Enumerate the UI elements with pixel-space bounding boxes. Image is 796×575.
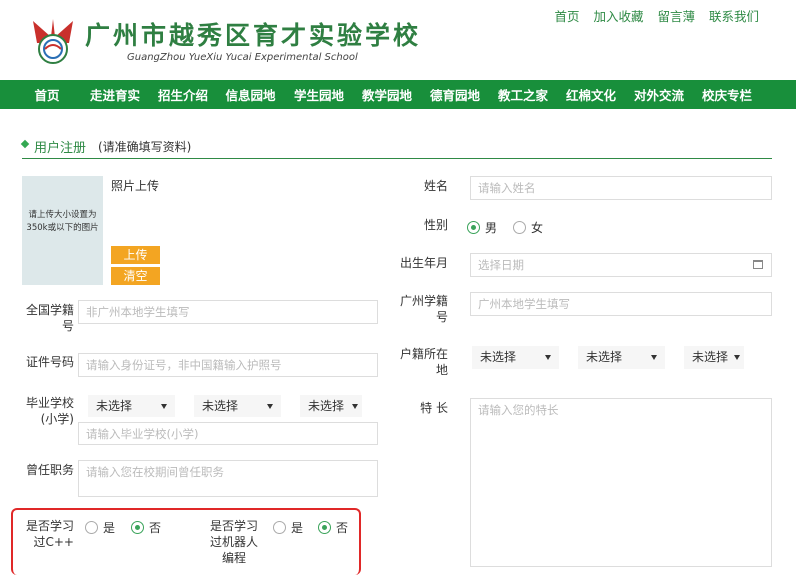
- nav-item-about[interactable]: 走进育实: [80, 85, 150, 104]
- gender-female-label[interactable]: 女: [531, 219, 543, 236]
- robot-yes-radio[interactable]: [273, 521, 286, 534]
- top-link-home[interactable]: 首页: [554, 6, 579, 25]
- cpp-yes-label[interactable]: 是: [103, 519, 115, 536]
- robot-no-label[interactable]: 否: [336, 519, 348, 536]
- school-logo-icon[interactable]: [29, 15, 77, 65]
- nav-item-anniversary[interactable]: 校庆专栏: [693, 85, 761, 104]
- nav-item-home[interactable]: 首页: [0, 85, 80, 104]
- gender-male-radio[interactable]: [467, 221, 480, 234]
- school-name-en: GuangZhou YueXiu Yucai Experimental Scho…: [127, 52, 358, 63]
- grad-school-select-district[interactable]: 未选择: [300, 395, 362, 417]
- cert-no-label: 证件号码: [25, 355, 74, 369]
- hukou-label: 户籍所在 地: [399, 347, 448, 377]
- top-links: 首页 加入收藏 留言薄 联系我们: [554, 6, 759, 25]
- chevron-down-icon: [267, 404, 273, 409]
- nav-item-teaching[interactable]: 教学园地: [353, 85, 421, 104]
- gender-female-radio[interactable]: [513, 221, 526, 234]
- national-id-input[interactable]: 非广州本地学生填写: [78, 300, 378, 324]
- chevron-down-icon: [161, 404, 167, 409]
- cpp-no-label[interactable]: 否: [149, 519, 161, 536]
- top-link-contact[interactable]: 联系我们: [709, 6, 759, 25]
- robot-no-radio[interactable]: [318, 521, 331, 534]
- nav-item-info[interactable]: 信息园地: [216, 85, 285, 104]
- diamond-bullet-icon: [20, 139, 30, 149]
- birth-label: 出生年月: [399, 256, 448, 270]
- nav-item-staff[interactable]: 教工之家: [489, 85, 557, 104]
- section-header: 用户注册 (请准确填写资料): [20, 137, 772, 159]
- national-id-label: 全国学籍 号: [25, 303, 74, 333]
- birth-date-input[interactable]: 选择日期: [470, 253, 772, 277]
- learned-robot-label: 是否学习 过机器人 编程: [209, 519, 258, 565]
- cert-no-input[interactable]: 请输入身份证号，非中国籍输入护照号: [78, 353, 378, 377]
- school-name-cn: 广州市越秀区育才实验学校: [85, 21, 422, 50]
- nav-item-students[interactable]: 学生园地: [285, 85, 353, 104]
- hukou-select-city[interactable]: 未选择: [578, 346, 665, 369]
- hukou-select-district[interactable]: 未选择: [684, 346, 744, 369]
- prev-role-label: 曾任职务: [25, 463, 74, 477]
- nav-item-exchange[interactable]: 对外交流: [625, 85, 693, 104]
- main-nav: 首页 走进育实 招生介绍 信息园地 学生园地 教学园地 德育园地 教工之家 红棉…: [0, 80, 796, 109]
- talent-textarea[interactable]: 请输入您的特长: [470, 398, 772, 567]
- upload-button[interactable]: 上传: [111, 246, 160, 264]
- name-label: 姓名: [423, 179, 448, 193]
- photo-hint-line1: 请上传大小设置为: [28, 210, 97, 220]
- calendar-icon[interactable]: [753, 260, 763, 269]
- grad-school-select-province[interactable]: 未选择: [88, 395, 175, 417]
- site-header: 广州市越秀区育才实验学校 GuangZhou YueXiu Yucai Expe…: [0, 0, 796, 80]
- gz-id-input[interactable]: 广州本地学生填写: [470, 292, 772, 316]
- nav-item-culture[interactable]: 红棉文化: [557, 85, 625, 104]
- learned-cpp-label: 是否学习 过C++: [25, 519, 74, 549]
- nav-item-moral[interactable]: 德育园地: [421, 85, 489, 104]
- talent-label: 特 长: [420, 401, 448, 415]
- robot-yes-label[interactable]: 是: [291, 519, 303, 536]
- chevron-down-icon: [734, 355, 740, 360]
- photo-upload-label: 照片上传: [111, 179, 160, 193]
- name-input[interactable]: 请输入姓名: [470, 176, 772, 200]
- top-link-favorite[interactable]: 加入收藏: [593, 6, 643, 25]
- photo-hint-line2: 350k或以下的图片: [26, 223, 99, 233]
- cpp-yes-radio[interactable]: [85, 521, 98, 534]
- section-title: 用户注册: [34, 141, 87, 156]
- gender-male-label[interactable]: 男: [485, 219, 497, 236]
- chevron-down-icon: [545, 355, 551, 360]
- chevron-down-icon: [352, 404, 358, 409]
- grad-school-select-city[interactable]: 未选择: [194, 395, 281, 417]
- photo-preview[interactable]: 请上传大小设置为 350k或以下的图片: [22, 176, 103, 285]
- section-hint: (请准确填写资料): [98, 140, 192, 154]
- gender-label: 性别: [423, 218, 448, 232]
- gz-id-label: 广州学籍 号: [399, 294, 448, 324]
- chevron-down-icon: [651, 355, 657, 360]
- nav-item-admission[interactable]: 招生介绍: [150, 85, 216, 104]
- prev-role-input[interactable]: 请输入您在校期间曾任职务: [78, 460, 378, 497]
- hukou-select-province[interactable]: 未选择: [472, 346, 559, 369]
- grad-school-label: 毕业学校 (小学): [25, 396, 74, 426]
- top-link-guestbook[interactable]: 留言薄: [657, 6, 695, 25]
- clear-button[interactable]: 清空: [111, 267, 160, 285]
- cpp-no-radio[interactable]: [131, 521, 144, 534]
- grad-school-input[interactable]: 请输入毕业学校(小学): [78, 422, 378, 445]
